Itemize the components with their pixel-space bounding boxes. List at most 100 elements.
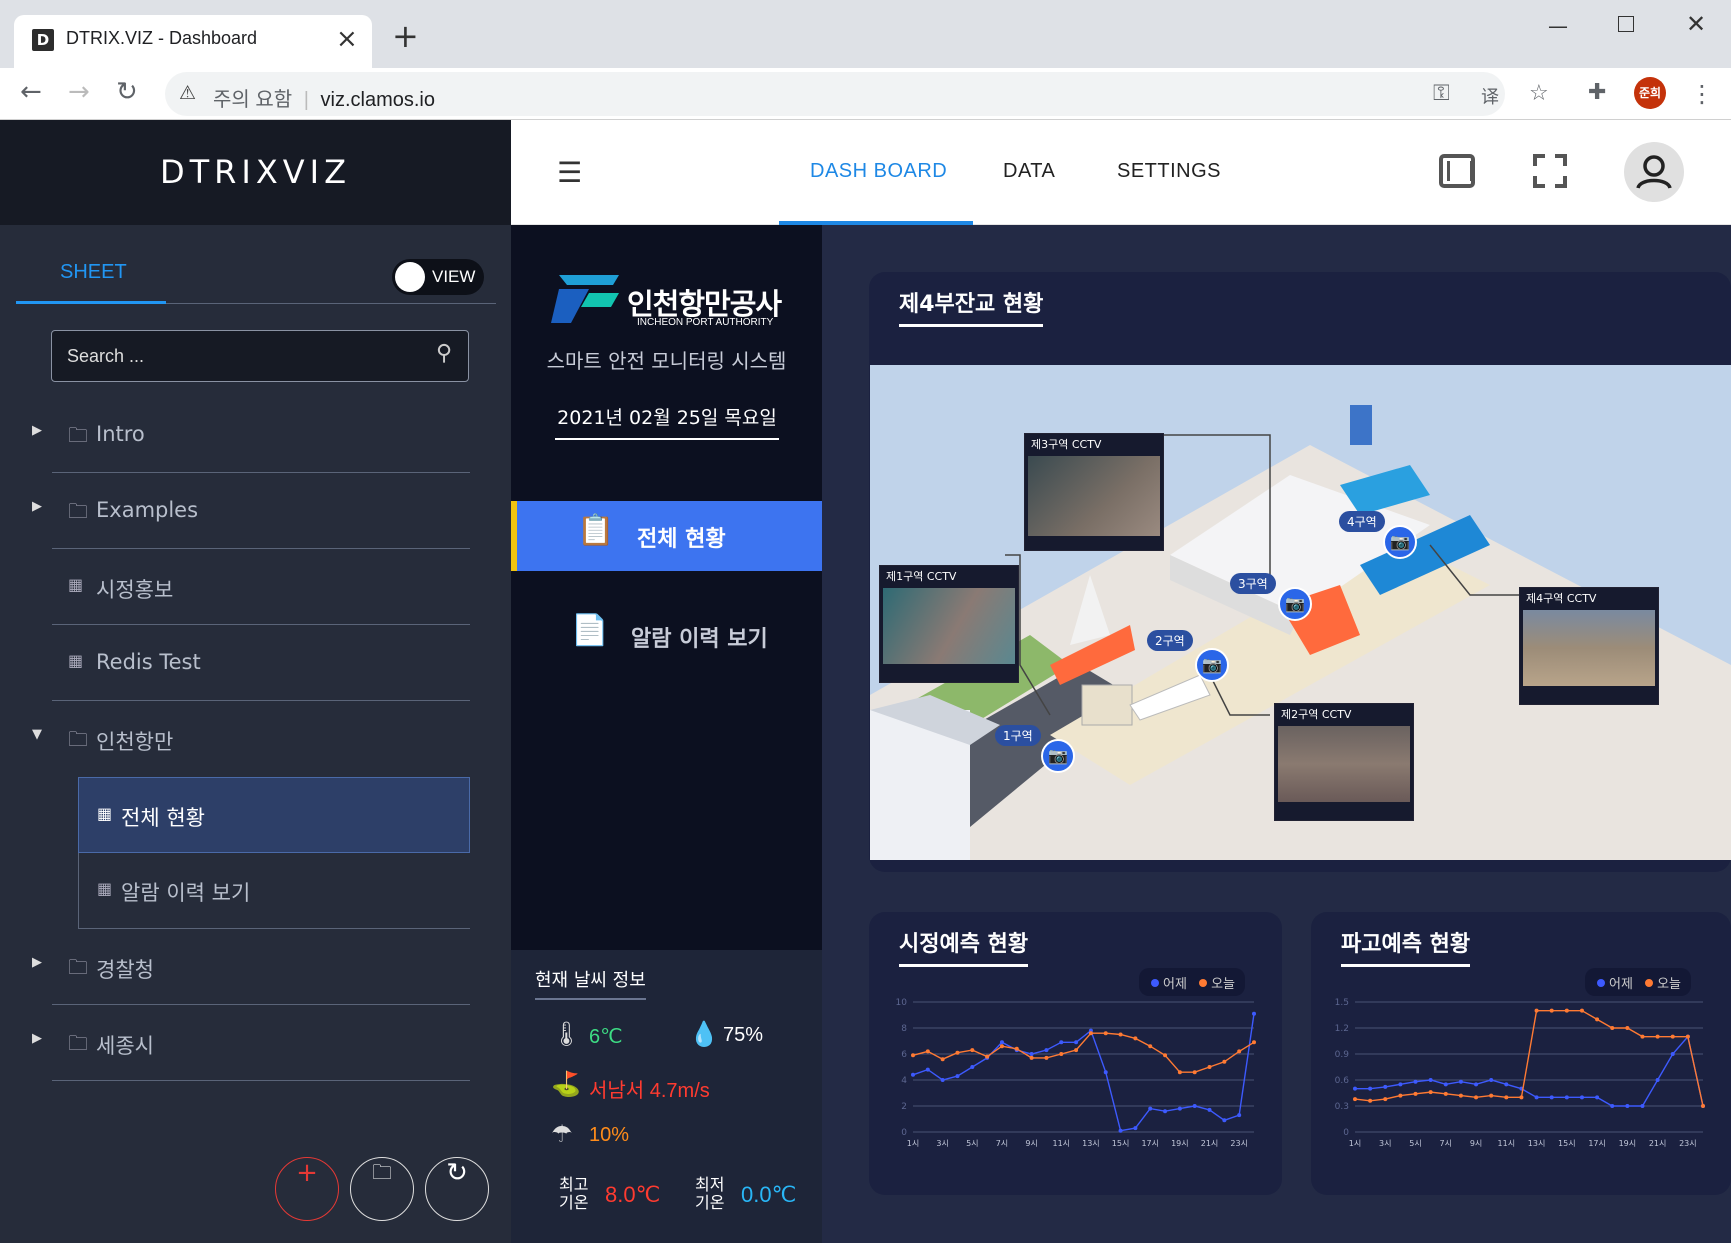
menu-item-alarm-history[interactable]: 📄 알람 이력 보기 bbox=[511, 601, 822, 671]
tree-item-incheon[interactable]: ▼ 🗀 인천항만 bbox=[0, 701, 470, 777]
x-tick-label: 3시 bbox=[936, 1139, 948, 1148]
minimize-icon[interactable]: — bbox=[1548, 14, 1568, 38]
legend-dot-today bbox=[1199, 979, 1208, 987]
cctv-camera-icon[interactable]: 📷 bbox=[1041, 739, 1075, 773]
y-tick-label: 8 bbox=[901, 1024, 907, 1034]
legend-dot-yesterday bbox=[1151, 979, 1159, 987]
search-icon[interactable]: ⚲ bbox=[436, 341, 452, 366]
data-point bbox=[1133, 1036, 1138, 1041]
data-point bbox=[1625, 1026, 1630, 1030]
humidity-icon: 💧 bbox=[689, 1020, 719, 1048]
data-point bbox=[1398, 1093, 1403, 1098]
series-line bbox=[912, 1032, 1255, 1073]
tree-child-alarm-history[interactable]: ▦ 알람 이력 보기 bbox=[78, 853, 470, 929]
expand-arrow-icon[interactable]: ▶ bbox=[32, 955, 42, 970]
series-line bbox=[1355, 1035, 1704, 1107]
data-point bbox=[999, 1040, 1004, 1045]
cctv-camera-icon[interactable]: 📷 bbox=[1195, 648, 1229, 682]
cctv-zone2[interactable]: 제2구역 CCTV bbox=[1274, 703, 1414, 821]
max-temp-value: 8.0℃ bbox=[605, 1182, 661, 1207]
expand-arrow-icon[interactable]: ▶ bbox=[32, 499, 42, 514]
sidebar: SHEET VIEW Search ... ⚲ ▶ 🗀 Intro ▶ 🗀 Ex… bbox=[0, 225, 511, 1243]
tab-close-icon[interactable]: × bbox=[336, 24, 358, 54]
x-tick-label: 11시 bbox=[1498, 1139, 1516, 1148]
key-icon[interactable]: ⚿ bbox=[1433, 81, 1450, 106]
tree-item-intro[interactable]: ▶ 🗀 Intro bbox=[0, 397, 470, 473]
collapse-arrow-icon[interactable]: ▼ bbox=[32, 727, 42, 742]
omnibox[interactable]: ⚠ 주의 요함 | viz.clamos.io ⚿ 译 ☆ bbox=[165, 72, 1549, 116]
x-tick-label: 7시 bbox=[1440, 1139, 1452, 1148]
hamburger-menu-icon[interactable]: ☰ bbox=[557, 156, 582, 189]
expand-arrow-icon[interactable]: ▶ bbox=[32, 423, 42, 438]
cctv-feed bbox=[1278, 726, 1410, 802]
y-tick-label: 1.2 bbox=[1335, 1024, 1349, 1034]
expand-arrow-icon[interactable]: ▶ bbox=[32, 1031, 42, 1046]
omnibox-text: 주의 요함 | viz.clamos.io bbox=[213, 89, 435, 111]
tree-item-examples[interactable]: ▶ 🗀 Examples bbox=[0, 473, 470, 549]
tab-dashboard[interactable]: DASH BOARD bbox=[810, 160, 947, 183]
browser-tab[interactable]: D DTRIX.VIZ - Dashboard × bbox=[14, 15, 372, 68]
search-input[interactable]: Search ... ⚲ bbox=[51, 330, 469, 382]
legend-today: 오늘 bbox=[1657, 977, 1681, 992]
data-point bbox=[1474, 1095, 1479, 1100]
view-toggle[interactable]: VIEW bbox=[392, 259, 484, 295]
data-point bbox=[1670, 1052, 1675, 1056]
data-point bbox=[1549, 1008, 1554, 1013]
cctv-camera-icon[interactable]: 📷 bbox=[1383, 525, 1417, 559]
cctv-feed bbox=[1028, 456, 1160, 536]
tree-item-redis[interactable]: ▦ Redis Test bbox=[0, 625, 470, 701]
data-point bbox=[1655, 1034, 1660, 1039]
tree-child-overview[interactable]: ▦ 전체 현황 bbox=[78, 777, 470, 853]
menu-dots-icon[interactable]: ⋮ bbox=[1690, 80, 1714, 108]
cctv-camera-icon[interactable]: 📷 bbox=[1278, 587, 1312, 621]
data-point bbox=[1549, 1095, 1554, 1100]
min-temp-value: 0.0℃ bbox=[741, 1182, 797, 1207]
folder-button[interactable]: 🗀 bbox=[350, 1157, 414, 1221]
tree-item-label: 경찰청 bbox=[96, 958, 154, 982]
tab-data[interactable]: DATA bbox=[1003, 160, 1055, 183]
divider bbox=[52, 1080, 470, 1081]
warning-icon[interactable]: ⚠ bbox=[179, 82, 196, 104]
user-avatar-icon[interactable] bbox=[1624, 142, 1684, 202]
menu-item-overview[interactable]: 📋 전체 현황 bbox=[511, 501, 822, 571]
tab-sheet[interactable]: SHEET bbox=[60, 261, 127, 284]
translate-icon[interactable]: 译 bbox=[1481, 83, 1499, 109]
data-point bbox=[970, 1048, 975, 1053]
tree-item-sejong[interactable]: ▶ 🗀 세종시 bbox=[0, 1005, 470, 1081]
tree-item-sijeong[interactable]: ▦ 시정홍보 bbox=[0, 549, 470, 625]
visibility-line-chart: 0 2 4 6 8 10 1시 3시 5시 7시 9시 11시 13시 15시 17시 19시 21시 23시 bbox=[896, 998, 1256, 1148]
maximize-icon[interactable] bbox=[1618, 16, 1634, 32]
x-tick-label: 17시 bbox=[1588, 1139, 1606, 1148]
tab-settings[interactable]: SETTINGS bbox=[1117, 160, 1221, 183]
x-tick-label: 7시 bbox=[996, 1139, 1008, 1148]
x-tick-label: 13시 bbox=[1528, 1139, 1546, 1148]
port-authority-logo-icon bbox=[549, 271, 625, 331]
add-button[interactable]: + bbox=[275, 1157, 339, 1221]
new-tab-icon[interactable]: + bbox=[392, 20, 419, 52]
y-tick-label: 10 bbox=[896, 998, 908, 1008]
data-point bbox=[1413, 1091, 1418, 1096]
data-point bbox=[1088, 1031, 1093, 1036]
back-arrow-icon[interactable]: ← bbox=[20, 77, 42, 107]
fullscreen-icon[interactable] bbox=[1533, 154, 1567, 188]
window-close-icon[interactable]: ✕ bbox=[1686, 10, 1706, 38]
legend-dot-yesterday bbox=[1597, 979, 1605, 987]
extensions-icon[interactable]: ✚ bbox=[1588, 80, 1606, 105]
star-icon[interactable]: ☆ bbox=[1529, 81, 1549, 106]
reload-icon[interactable]: ↻ bbox=[116, 77, 138, 107]
tree-item-police[interactable]: ▶ 🗀 경찰청 bbox=[0, 929, 470, 1005]
x-tick-label: 11시 bbox=[1052, 1139, 1070, 1148]
cctv-zone3[interactable]: 제3구역 CCTV bbox=[1024, 433, 1164, 551]
data-point bbox=[1640, 1104, 1645, 1108]
data-point bbox=[970, 1065, 975, 1069]
profile-avatar[interactable]: 준희 bbox=[1634, 77, 1666, 109]
data-point bbox=[1489, 1093, 1494, 1098]
cctv-zone1[interactable]: 제1구역 CCTV bbox=[879, 565, 1019, 683]
tablet-view-icon[interactable] bbox=[1439, 154, 1475, 188]
data-point bbox=[911, 1053, 915, 1058]
refresh-button[interactable]: ↻ bbox=[425, 1157, 489, 1221]
system-title: 스마트 안전 모니터링 시스템 bbox=[546, 349, 787, 373]
data-point bbox=[1252, 1040, 1256, 1045]
cctv-zone4[interactable]: 제4구역 CCTV bbox=[1519, 587, 1659, 705]
forward-arrow-icon[interactable]: → bbox=[68, 77, 90, 107]
